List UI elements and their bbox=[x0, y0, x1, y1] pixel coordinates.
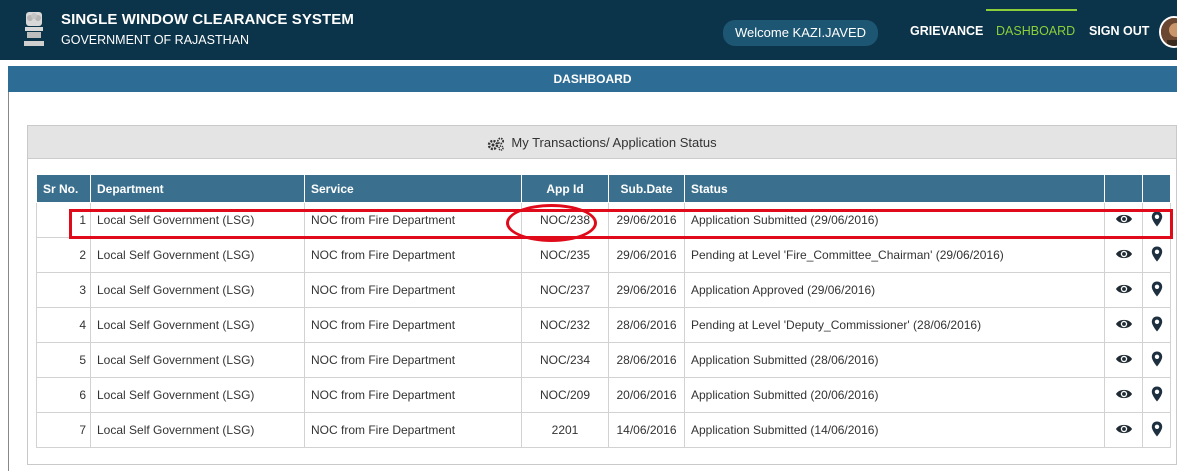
cell-department: Local Self Government (LSG) bbox=[90, 377, 305, 413]
table-row[interactable]: 4 Local Self Government (LSG) NOC from F… bbox=[36, 307, 1171, 343]
highlight-rectangle bbox=[69, 209, 1173, 239]
col-department[interactable]: Department bbox=[90, 174, 305, 203]
eye-icon[interactable] bbox=[1115, 353, 1133, 365]
cell-app-id: NOC/237 bbox=[521, 272, 609, 308]
page: SINGLE WINDOW CLEARANCE SYSTEM GOVERNMEN… bbox=[0, 0, 1177, 471]
cell-sub-date: 20/06/2016 bbox=[608, 377, 685, 413]
cell-status: Pending at Level 'Fire_Committee_Chairma… bbox=[684, 237, 1105, 273]
cell-service: NOC from Fire Department bbox=[304, 412, 522, 448]
gears-icon bbox=[488, 137, 505, 151]
site-title: SINGLE WINDOW CLEARANCE SYSTEM bbox=[61, 11, 355, 28]
cell-app-id: NOC/235 bbox=[521, 237, 609, 273]
cell-service: NOC from Fire Department bbox=[304, 307, 522, 343]
eye-icon[interactable] bbox=[1115, 283, 1133, 295]
state-emblem-icon bbox=[24, 12, 44, 46]
user-avatar[interactable] bbox=[1159, 16, 1177, 48]
cell-status: Pending at Level 'Deputy_Commissioner' (… bbox=[684, 307, 1105, 343]
cell-sr-no: 5 bbox=[36, 342, 91, 378]
cell-sub-date: 29/06/2016 bbox=[608, 237, 685, 273]
table-row[interactable]: 6 Local Self Government (LSG) NOC from F… bbox=[36, 377, 1171, 413]
cell-sr-no: 7 bbox=[36, 412, 91, 448]
table-header-row: Sr No. Department Service App Id Sub.Dat… bbox=[36, 174, 1171, 203]
cell-department: Local Self Government (LSG) bbox=[90, 307, 305, 343]
col-view bbox=[1104, 174, 1143, 203]
table-row[interactable]: 3 Local Self Government (LSG) NOC from F… bbox=[36, 272, 1171, 308]
welcome-badge[interactable]: Welcome KAZI.JAVED bbox=[723, 20, 878, 46]
cell-view bbox=[1104, 412, 1143, 448]
cell-app-id: 2201 bbox=[521, 412, 609, 448]
eye-icon[interactable] bbox=[1115, 318, 1133, 330]
nav-sign-out[interactable]: SIGN OUT bbox=[1089, 24, 1149, 38]
col-sub-date[interactable]: Sub.Date bbox=[608, 174, 685, 203]
cell-app-id: NOC/234 bbox=[521, 342, 609, 378]
cell-service: NOC from Fire Department bbox=[304, 237, 522, 273]
left-divider bbox=[8, 92, 9, 471]
cell-view bbox=[1104, 307, 1143, 343]
cell-view bbox=[1104, 237, 1143, 273]
map-marker-icon[interactable] bbox=[1151, 351, 1163, 367]
highlight-oval bbox=[506, 204, 597, 242]
cell-sr-no: 2 bbox=[36, 237, 91, 273]
transactions-panel: My Transactions/ Application Status Sr N… bbox=[27, 125, 1177, 465]
site-subtitle: GOVERNMENT OF RAJASTHAN bbox=[61, 33, 249, 47]
table-row[interactable]: 7 Local Self Government (LSG) NOC from F… bbox=[36, 412, 1171, 448]
cell-track bbox=[1142, 342, 1171, 378]
cell-app-id: NOC/209 bbox=[521, 377, 609, 413]
cell-app-id: NOC/232 bbox=[521, 307, 609, 343]
cell-view bbox=[1104, 272, 1143, 308]
cell-track bbox=[1142, 237, 1171, 273]
panel-title: My Transactions/ Application Status bbox=[511, 135, 717, 150]
cell-sr-no: 6 bbox=[36, 377, 91, 413]
cell-service: NOC from Fire Department bbox=[304, 377, 522, 413]
map-marker-icon[interactable] bbox=[1151, 421, 1163, 437]
top-header: SINGLE WINDOW CLEARANCE SYSTEM GOVERNMEN… bbox=[0, 0, 1177, 60]
cell-status: Application Submitted (20/06/2016) bbox=[684, 377, 1105, 413]
cell-status: Application Submitted (28/06/2016) bbox=[684, 342, 1105, 378]
cell-sub-date: 14/06/2016 bbox=[608, 412, 685, 448]
cell-track bbox=[1142, 412, 1171, 448]
col-app-id[interactable]: App Id bbox=[521, 174, 609, 203]
cell-status: Application Submitted (14/06/2016) bbox=[684, 412, 1105, 448]
eye-icon[interactable] bbox=[1115, 423, 1133, 435]
active-nav-indicator bbox=[986, 9, 1077, 11]
cell-department: Local Self Government (LSG) bbox=[90, 342, 305, 378]
panel-header: My Transactions/ Application Status bbox=[28, 126, 1176, 159]
table-row[interactable]: 5 Local Self Government (LSG) NOC from F… bbox=[36, 342, 1171, 378]
map-marker-icon[interactable] bbox=[1151, 281, 1163, 297]
eye-icon[interactable] bbox=[1115, 388, 1133, 400]
map-marker-icon[interactable] bbox=[1151, 386, 1163, 402]
cell-department: Local Self Government (LSG) bbox=[90, 412, 305, 448]
col-track bbox=[1142, 174, 1171, 203]
cell-service: NOC from Fire Department bbox=[304, 272, 522, 308]
cell-track bbox=[1142, 307, 1171, 343]
cell-sub-date: 29/06/2016 bbox=[608, 272, 685, 308]
table-row[interactable]: 2 Local Self Government (LSG) NOC from F… bbox=[36, 237, 1171, 273]
cell-sr-no: 3 bbox=[36, 272, 91, 308]
col-service[interactable]: Service bbox=[304, 174, 522, 203]
col-sr-no[interactable]: Sr No. bbox=[36, 174, 91, 203]
cell-sr-no: 4 bbox=[36, 307, 91, 343]
map-marker-icon[interactable] bbox=[1151, 246, 1163, 262]
cell-track bbox=[1142, 377, 1171, 413]
nav-grievance[interactable]: GRIEVANCE bbox=[910, 24, 983, 38]
cell-service: NOC from Fire Department bbox=[304, 342, 522, 378]
cell-department: Local Self Government (LSG) bbox=[90, 237, 305, 273]
cell-department: Local Self Government (LSG) bbox=[90, 272, 305, 308]
cell-sub-date: 28/06/2016 bbox=[608, 307, 685, 343]
cell-track bbox=[1142, 272, 1171, 308]
cell-view bbox=[1104, 377, 1143, 413]
cell-view bbox=[1104, 342, 1143, 378]
dashboard-bar: DASHBOARD bbox=[8, 66, 1177, 92]
nav-dashboard[interactable]: DASHBOARD bbox=[996, 24, 1075, 38]
eye-icon[interactable] bbox=[1115, 248, 1133, 260]
col-status[interactable]: Status bbox=[684, 174, 1105, 203]
cell-status: Application Approved (29/06/2016) bbox=[684, 272, 1105, 308]
map-marker-icon[interactable] bbox=[1151, 316, 1163, 332]
cell-sub-date: 28/06/2016 bbox=[608, 342, 685, 378]
